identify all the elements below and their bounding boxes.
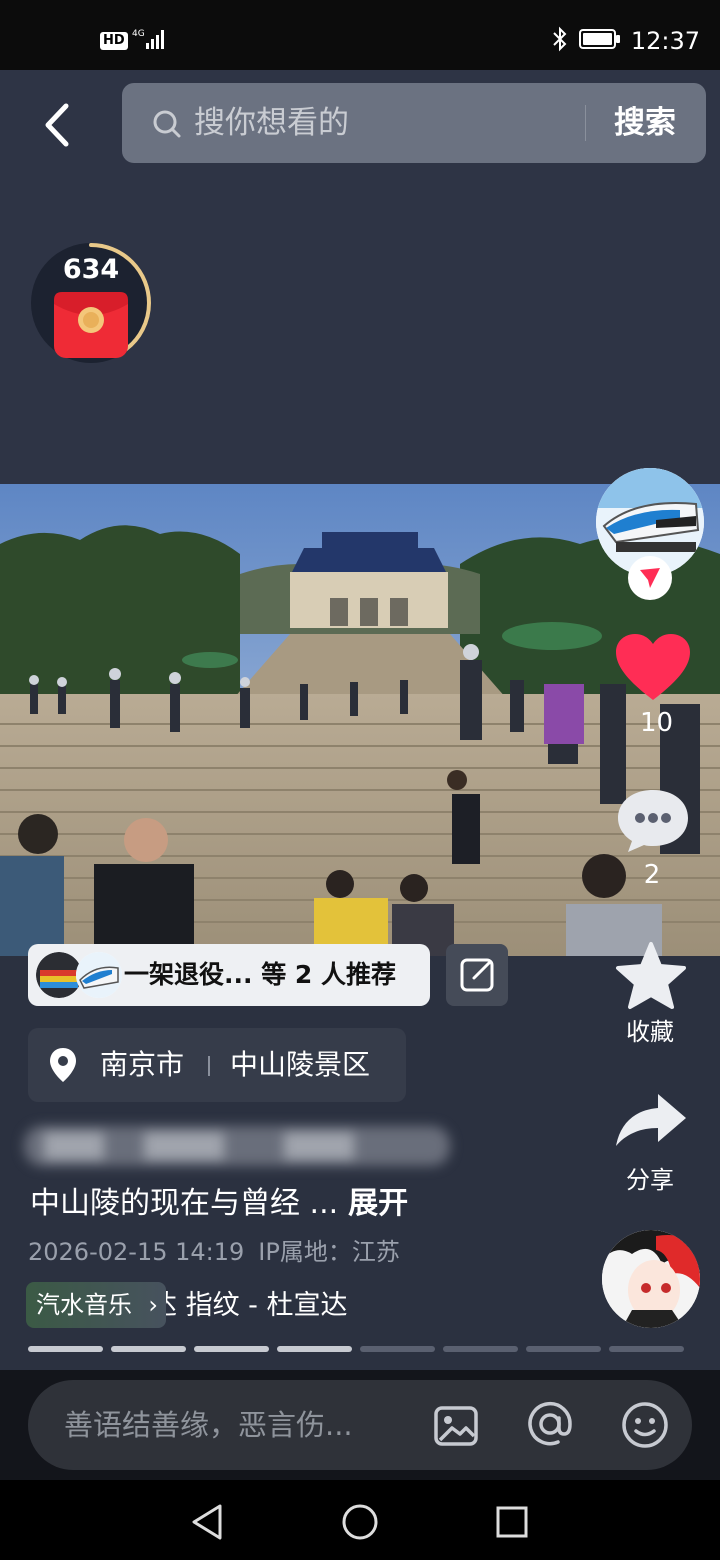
star-icon xyxy=(616,942,686,1009)
favorite-label: 收藏 xyxy=(626,1018,674,1046)
like-count: 10 xyxy=(640,708,674,738)
status-right: 12:37 xyxy=(551,26,700,56)
search-divider xyxy=(585,105,586,141)
status-time: 12:37 xyxy=(630,27,700,55)
favorite-button[interactable] xyxy=(614,940,688,1010)
story-progress xyxy=(28,1346,684,1352)
status-left: HD 4G xyxy=(100,28,172,54)
image-icon[interactable] xyxy=(432,1402,480,1450)
red-packet-count: 634 xyxy=(62,254,120,285)
edit-button[interactable] xyxy=(446,944,508,1006)
search-input[interactable]: 搜你想看的 xyxy=(194,103,349,143)
battery-icon xyxy=(578,28,621,54)
music-app-link[interactable]: 汽水音乐 › xyxy=(26,1282,166,1328)
like-button[interactable] xyxy=(614,632,692,704)
chevron-right-icon: › xyxy=(148,1291,158,1319)
progress-segment xyxy=(111,1346,186,1352)
caption: 中山陵的现在与曾经 ... 展开 xyxy=(30,1182,590,1226)
location-place: 中山陵景区 xyxy=(230,1048,371,1081)
post-datetime: 2026-02-15 14:19 xyxy=(28,1238,245,1266)
progress-segment xyxy=(194,1346,269,1352)
progress-segment xyxy=(277,1346,352,1352)
mention-icon[interactable] xyxy=(524,1398,576,1450)
recommend-text: 一架退役... 等 2 人推荐 xyxy=(124,960,396,989)
status-bar: HD 4G 12:37 xyxy=(0,0,720,70)
music-row[interactable]: 杜宣达 指纹 - 杜宣达 汽水音乐 › xyxy=(26,1282,416,1330)
nav-recents-icon[interactable] xyxy=(490,1500,534,1544)
search-bar[interactable]: 搜你想看的 搜索 xyxy=(122,83,706,163)
comment-button[interactable] xyxy=(614,786,692,856)
comment-bubble-icon xyxy=(618,790,688,852)
signal-icon: 4G xyxy=(132,27,172,55)
send-arrow-icon xyxy=(640,568,660,588)
recommender-avatar xyxy=(76,952,122,998)
back-chevron-icon xyxy=(45,103,69,147)
nav-back-icon[interactable] xyxy=(186,1500,230,1544)
back-button[interactable] xyxy=(36,98,80,152)
system-nav-bar xyxy=(0,1480,720,1560)
search-icon xyxy=(152,109,182,139)
edit-icon xyxy=(460,958,494,992)
anime-avatar-image xyxy=(602,1230,700,1328)
comment-count: 2 xyxy=(643,860,661,890)
ip-location: IP属地：江苏 xyxy=(258,1238,400,1266)
share-button[interactable] xyxy=(614,1090,688,1150)
progress-segment xyxy=(526,1346,601,1352)
share-arrow-icon xyxy=(616,1094,686,1146)
search-button[interactable]: 搜索 xyxy=(614,103,676,143)
heart-icon xyxy=(616,634,690,700)
emoji-icon[interactable] xyxy=(620,1400,670,1450)
follow-button[interactable] xyxy=(628,556,672,600)
recommend-chip[interactable]: 一架退役... 等 2 人推荐 xyxy=(28,944,430,1006)
music-app-label: 汽水音乐 xyxy=(36,1291,132,1319)
comment-input[interactable]: 善语结善缘，恶言伤... xyxy=(28,1380,692,1470)
svg-text:4G: 4G xyxy=(132,29,145,39)
post-meta: 2026-02-15 14:19 IP属地：江苏 xyxy=(28,1234,400,1270)
bluetooth-icon xyxy=(551,26,569,56)
comment-placeholder: 善语结善缘，恶言伤... xyxy=(64,1408,353,1442)
progress-segment xyxy=(443,1346,518,1352)
red-packet-widget[interactable]: 634 xyxy=(28,240,154,366)
expand-caption-button[interactable]: 展开 xyxy=(348,1186,408,1221)
nav-home-icon[interactable] xyxy=(338,1500,382,1544)
location-pin-icon xyxy=(48,1046,78,1084)
music-disc-avatar[interactable] xyxy=(602,1230,700,1328)
progress-segment xyxy=(28,1346,103,1352)
progress-segment xyxy=(609,1346,684,1352)
location-city: 南京市 xyxy=(100,1048,185,1081)
caption-text: 中山陵的现在与曾经 ... xyxy=(30,1186,339,1221)
progress-segment xyxy=(360,1346,435,1352)
hd-badge: HD xyxy=(100,32,128,50)
red-packet-icon xyxy=(54,292,128,358)
location-divider xyxy=(208,1056,210,1076)
redacted-author-row xyxy=(24,1120,450,1176)
share-label: 分享 xyxy=(626,1166,674,1194)
location-chip[interactable]: 南京市 中山陵景区 xyxy=(28,1028,406,1102)
